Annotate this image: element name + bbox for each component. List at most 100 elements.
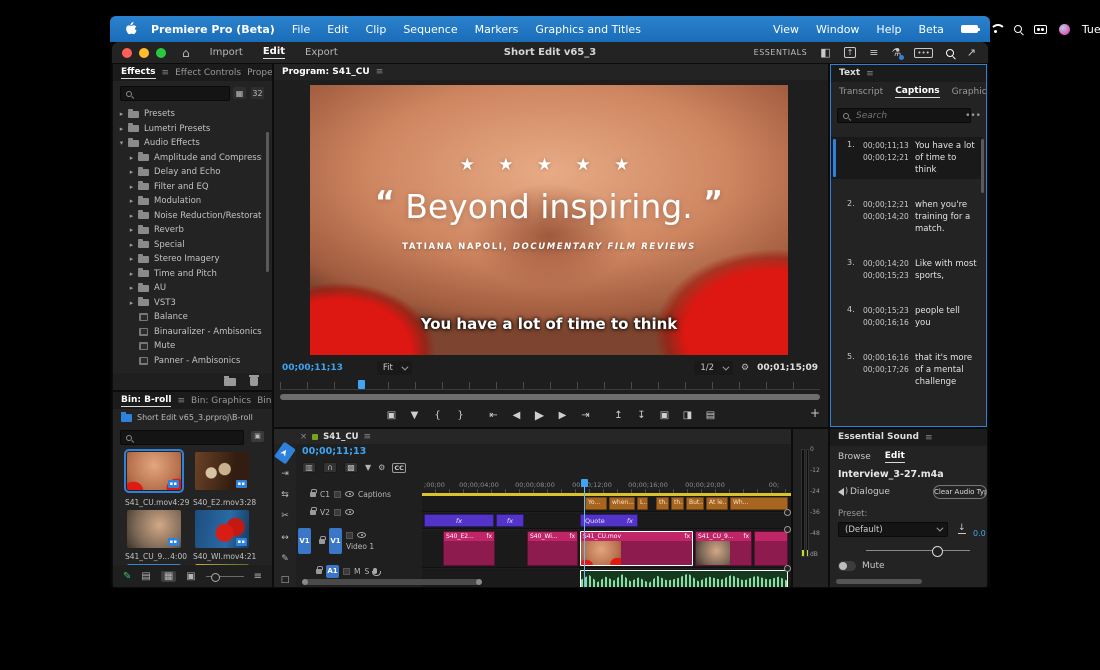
track-v2-label[interactable]: V2 [320, 508, 330, 517]
video-clip[interactable] [754, 531, 788, 566]
mark-out-icon[interactable]: } [456, 410, 466, 421]
tab-captions[interactable]: Captions [895, 86, 939, 98]
freeform-view-icon[interactable]: ▣ [186, 571, 195, 582]
text-panel-menu-icon[interactable]: ≡ [866, 69, 874, 79]
track-resize-handle[interactable] [784, 565, 791, 572]
track-v2[interactable]: fx fx Quotefx [422, 513, 791, 529]
tab-essential-sound[interactable]: Essential Sound [838, 432, 919, 443]
caption-clip[interactable]: th... [656, 497, 669, 510]
tab-bin-audio[interactable]: Bin: Au [257, 396, 272, 406]
caption-row[interactable]: 5. 00;00;16;1600;00;17;26 that it's more… [831, 349, 982, 391]
tree-item[interactable]: Balance [117, 310, 262, 325]
tab-transcript[interactable]: Transcript [839, 87, 883, 97]
audio-clip-selected[interactable] [580, 570, 788, 587]
tree-item[interactable]: ▸Filter and EQ [117, 180, 262, 195]
bin-clip-thumbnail[interactable]: ▪▪ [127, 510, 181, 548]
track-c1-label[interactable]: C1 [320, 490, 330, 499]
track-visibility-icon[interactable] [345, 509, 354, 515]
tab-text[interactable]: Text [839, 68, 860, 79]
menu-markers[interactable]: Markers [475, 23, 519, 36]
icon-view-icon[interactable]: ▦ [161, 571, 176, 582]
lock-icon[interactable] [316, 569, 322, 574]
timeline-timecode[interactable]: 00;00;11;13 [302, 446, 366, 457]
lift-icon[interactable]: ↥ [614, 410, 624, 421]
menu-file[interactable]: File [292, 23, 310, 36]
timeline-tracks[interactable]: ;00;00 00;00;04;00 00;00;08;00 00;00;12;… [422, 479, 791, 587]
audio-meters[interactable]: 0 -12 -24 -36 -48 dB [793, 429, 828, 587]
siri-icon[interactable] [1059, 24, 1070, 35]
tree-item[interactable]: ▸Amplitude and Compression [117, 151, 262, 166]
timeline-settings-icon[interactable]: ⚙ [378, 463, 385, 472]
tab-edit[interactable]: Edit [885, 451, 905, 463]
tree-item[interactable]: ▸Special [117, 238, 262, 253]
menu-help[interactable]: Help [876, 23, 901, 36]
workspace-icon[interactable]: ◧ [820, 46, 830, 59]
menu-graphics-titles[interactable]: Graphics and Titles [535, 23, 641, 36]
clip-name[interactable]: S40_WI.mov [193, 552, 239, 561]
captions-options-icon[interactable]: ••• [965, 111, 981, 121]
tab-browse[interactable]: Browse [838, 452, 871, 462]
captions-scrollbar[interactable] [981, 139, 984, 193]
linked-selection-icon[interactable]: ▩ [344, 462, 358, 473]
workspace-label[interactable]: ESSENTIALS [754, 48, 808, 57]
nav-export[interactable]: Export [305, 47, 338, 58]
settings-wrench-icon[interactable]: ⚙ [741, 363, 749, 373]
video-clip[interactable]: S40_Wi...fx [527, 531, 578, 566]
snap-icon[interactable]: ∩ [323, 462, 337, 473]
control-center-icon[interactable] [1034, 25, 1047, 34]
video-clip-selected[interactable]: S41_CU.movfx [580, 531, 693, 566]
track-visibility-icon[interactable] [357, 532, 366, 538]
tree-item[interactable]: ▸Modulation [117, 194, 262, 209]
menu-list-icon[interactable]: ≡ [869, 46, 878, 59]
proxy-icon[interactable]: ▤ [706, 410, 716, 421]
menu-view[interactable]: View [773, 23, 799, 36]
thumbnail-zoom-slider[interactable] [206, 576, 244, 577]
caption-clip[interactable]: At le... [706, 497, 728, 510]
clear-audio-type-button[interactable]: Clear Audio Typ [933, 485, 987, 499]
sync-lock-icon[interactable] [334, 491, 341, 498]
tree-item[interactable]: ▸Reverb [117, 223, 262, 238]
tab-effect-controls[interactable]: Effect Controls [175, 68, 241, 78]
lock-icon[interactable] [319, 539, 325, 544]
spotlight-search-icon[interactable] [1014, 25, 1022, 33]
wifi-icon[interactable] [990, 24, 1002, 34]
tab-bin-broll[interactable]: Bin: B-roll [121, 395, 171, 407]
new-bin-icon[interactable] [224, 378, 236, 386]
minimize-window-button[interactable] [139, 48, 149, 58]
menu-beta[interactable]: Beta [919, 23, 944, 36]
caption-clip[interactable]: th... [671, 497, 684, 510]
32bit-effects-icon[interactable]: 32 [251, 87, 264, 99]
timeline-ruler[interactable]: ;00;00 00;00;04;00 00;00;08;00 00;00;12;… [422, 479, 791, 493]
list-view-icon[interactable]: ▤ [141, 571, 150, 582]
track-resize-handle[interactable] [784, 526, 791, 533]
caption-row[interactable]: 4. 00;00;15;2300;00;16;16 people tell yo… [831, 302, 982, 332]
playback-resolution-dropdown[interactable]: 1/2 [694, 361, 733, 375]
tree-item[interactable]: ▸Lumetri Presets [117, 122, 262, 137]
tab-sequence[interactable]: S41_CU [323, 432, 358, 442]
program-video[interactable]: ★ ★ ★ ★ ★ “ Beyond inspiring. ” TATIANA … [310, 85, 788, 355]
delete-icon[interactable] [250, 377, 258, 386]
bin-path[interactable]: Short Edit v65_3.prproj\B-roll [137, 413, 253, 422]
caption-clip[interactable]: L... [637, 497, 648, 510]
program-menu-icon[interactable]: ≡ [376, 67, 384, 77]
extract-icon[interactable]: ↧ [637, 410, 647, 421]
nav-import[interactable]: Import [210, 47, 243, 58]
tree-item[interactable]: ▸VST3 [117, 296, 262, 311]
step-back-icon[interactable]: ◀ [512, 410, 522, 421]
search-icon[interactable] [946, 49, 954, 57]
solo-track-button[interactable]: S [364, 567, 369, 576]
track-a1-target[interactable]: A1 [326, 565, 339, 578]
rectangle-tool[interactable]: □ [276, 573, 294, 587]
close-sequence-icon[interactable]: × [300, 432, 307, 442]
menu-app-name[interactable]: Premiere Pro (Beta) [151, 23, 275, 36]
home-icon[interactable]: ⌂ [182, 46, 190, 60]
tree-item[interactable]: ▸AU [117, 281, 262, 296]
tab-graphics[interactable]: Graphics [952, 87, 986, 97]
effects-panel-menu-icon[interactable]: ≡ [162, 68, 170, 78]
essential-sound-scrollbar[interactable] [836, 579, 922, 584]
zoom-window-button[interactable] [156, 48, 166, 58]
add-marker-icon[interactable]: ▣ [387, 410, 397, 421]
graphic-clip[interactable]: fx [496, 514, 524, 527]
video-clip[interactable]: S41_CU_9...fx [695, 531, 752, 566]
tab-program[interactable]: Program: S41_CU [282, 67, 370, 77]
